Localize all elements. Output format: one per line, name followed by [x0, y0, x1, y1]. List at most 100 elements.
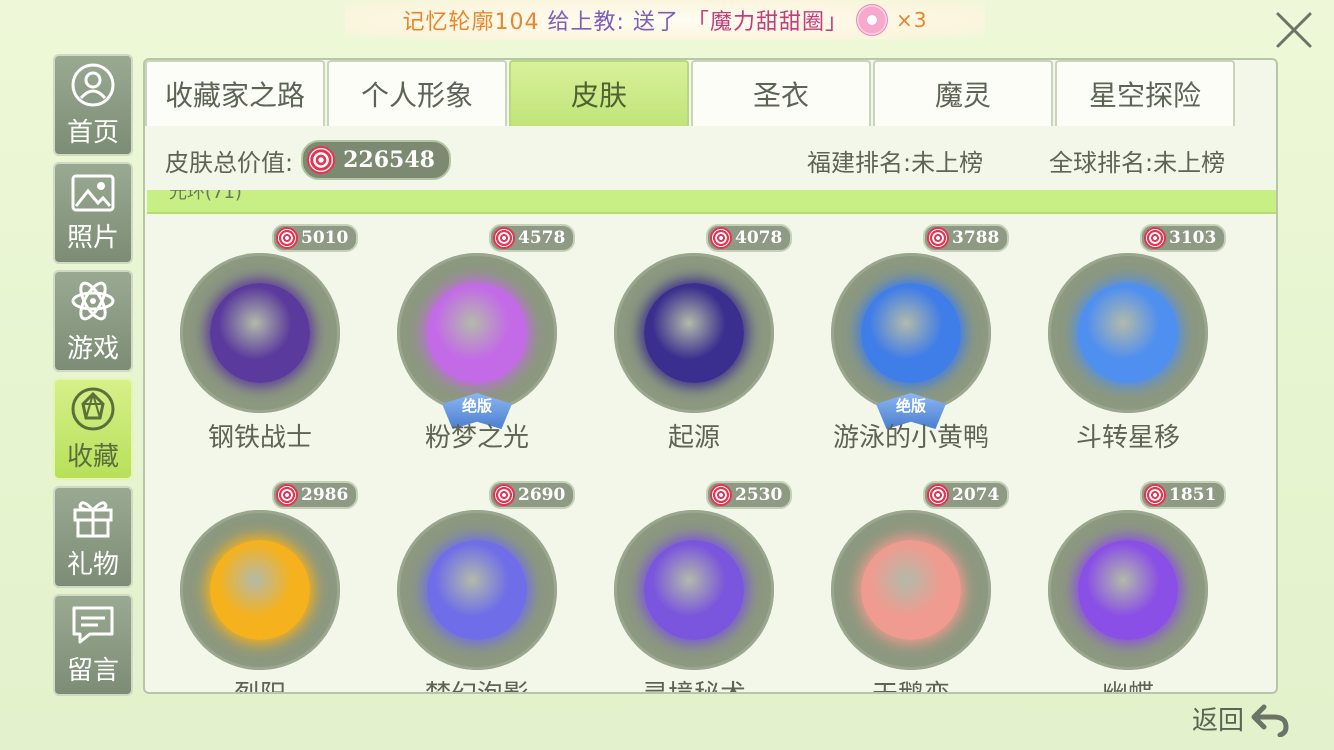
gift-notification-banner: 记忆轮廓104 给上教: 送了 「魔力甜甜圈」 ×3 [345, 0, 985, 40]
skin-preview [1048, 253, 1208, 413]
skin-card[interactable]: 4078 起源 [579, 222, 793, 462]
skin-card[interactable]: 绝版 4578 粉梦之光 [362, 222, 576, 462]
price-value: 3103 [1169, 228, 1217, 248]
banner-recipient: 给上教: [547, 10, 625, 35]
candy-icon [1144, 227, 1166, 249]
skin-preview [180, 253, 340, 413]
sidebar-item-photos[interactable]: 照片 [53, 162, 133, 264]
donut-icon [855, 4, 888, 36]
skin-card[interactable]: 1851幽蝶 [1013, 479, 1227, 692]
skin-card[interactable]: 3103 斗转星移 [1013, 222, 1227, 462]
skin-preview: 绝版 [831, 253, 991, 429]
sidebar-item-home[interactable]: 首页 [53, 54, 133, 156]
price-tag: 3103 [1140, 224, 1227, 252]
close-button[interactable] [1254, 0, 1334, 60]
skin-card[interactable]: 2690梦幻泡影 [362, 479, 576, 692]
skin-card[interactable]: 5010 钢铁战士 [145, 222, 359, 462]
badge-label: 绝版 [895, 397, 926, 415]
price-tag: 2074 [923, 481, 1010, 509]
tab-personal-image[interactable]: 个人形象 [327, 60, 507, 126]
local-rank: 福建排名:未上榜 [807, 148, 984, 177]
tab-skins[interactable]: 皮肤 [509, 60, 689, 126]
back-label: 返回 [1191, 706, 1244, 736]
back-button[interactable]: 返回 [1192, 700, 1290, 737]
skin-name: 烈阳 [145, 674, 375, 692]
atom-icon [71, 281, 115, 320]
section-header-label: 光环(71) [169, 190, 242, 203]
user-icon [71, 63, 115, 106]
section-header: 光环(71) [147, 190, 1276, 214]
price-value: 2074 [952, 485, 1000, 505]
skin-name: 起源 [667, 423, 720, 453]
sender-name: 记忆轮廓104 [402, 10, 540, 35]
price-tag: 4078 [706, 224, 793, 252]
price-value: 2986 [301, 485, 349, 505]
price-tag: 2986 [272, 481, 359, 509]
skin-name: 斗转星移 [1075, 423, 1180, 453]
price-tag: 2690 [489, 481, 576, 509]
skin-name: 梦幻泡影 [362, 674, 592, 692]
aura-orb-image [210, 540, 310, 640]
skin-name: 钢铁战士 [207, 423, 312, 453]
candy-icon [493, 484, 515, 506]
collection-panel: 收藏家之路 个人形象 皮肤 圣衣 魔灵 星空探险 皮肤总价值: 226548 福… [143, 58, 1278, 694]
sidebar-item-label: 首页 [66, 117, 119, 148]
aura-orb-image [427, 283, 527, 383]
back-arrow-icon [1251, 704, 1289, 737]
skin-preview [397, 510, 557, 670]
tab-holy-cloth[interactable]: 圣衣 [691, 60, 871, 126]
sidebar-item-label: 游戏 [66, 333, 119, 364]
message-icon [72, 606, 114, 643]
sidebar-item-gifts[interactable]: 礼物 [53, 486, 133, 588]
gift-quantity: ×3 [895, 8, 928, 32]
aura-orb-image [644, 283, 744, 383]
candy-icon [493, 227, 515, 249]
candy-icon [276, 484, 298, 506]
price-tag: 5010 [272, 224, 359, 252]
skin-name: 幽蝶 [1013, 674, 1243, 692]
skin-card[interactable]: 绝版 3788 游泳的小黄鸭 [796, 222, 1010, 462]
skin-preview [614, 253, 774, 413]
price-value: 2690 [518, 485, 566, 505]
sidebar-item-label: 礼物 [66, 549, 119, 580]
candy-icon [927, 227, 949, 249]
sidebar-item-collection[interactable]: 收藏 [53, 378, 133, 480]
banner-verb: 送了 [632, 10, 679, 35]
skin-preview [831, 510, 991, 670]
sidebar-item-label: 留言 [66, 655, 119, 686]
sidebar-item-games[interactable]: 游戏 [53, 270, 133, 372]
sidebar-item-label: 收藏 [66, 441, 119, 472]
skin-preview [1048, 510, 1208, 670]
candy-icon [307, 146, 336, 174]
skin-name: 粉梦之光 [424, 423, 529, 453]
price-tag: 4578 [489, 224, 576, 252]
skin-name: 天鹅恋 [796, 674, 1026, 692]
skin-name: 灵境秘术 [579, 674, 809, 692]
close-icon [1276, 12, 1312, 48]
tab-spirits[interactable]: 魔灵 [873, 60, 1053, 126]
price-value: 1851 [1169, 485, 1217, 505]
collection-icon [71, 387, 115, 430]
price-tag: 3788 [923, 224, 1010, 252]
total-value: 226548 [343, 147, 435, 173]
skin-card[interactable]: 2986烈阳 [145, 479, 359, 692]
sidebar-item-messages[interactable]: 留言 [53, 594, 133, 696]
skin-card[interactable]: 2530灵境秘术 [579, 479, 793, 692]
price-value: 4078 [735, 228, 783, 248]
sidebar: 首页 照片 游戏 收藏 礼物 留言 [53, 54, 133, 702]
price-tag: 2530 [706, 481, 793, 509]
skin-preview: 绝版 [397, 253, 557, 429]
price-value: 4578 [518, 228, 566, 248]
skin-card[interactable]: 2074天鹅恋 [796, 479, 1010, 692]
global-rank: 全球排名:未上榜 [1049, 148, 1226, 177]
skin-preview [180, 510, 340, 670]
badge-label: 绝版 [461, 397, 492, 415]
price-value: 2530 [735, 485, 783, 505]
gift-item-name: 「魔力甜甜圈」 [686, 10, 848, 35]
candy-icon [927, 484, 949, 506]
tab-star-exploration[interactable]: 星空探险 [1055, 60, 1235, 126]
category-tabs: 收藏家之路 个人形象 皮肤 圣衣 魔灵 星空探险 [145, 60, 1237, 130]
price-value: 5010 [301, 228, 349, 248]
tab-collector-road[interactable]: 收藏家之路 [145, 60, 325, 126]
aura-orb-image [210, 283, 310, 383]
